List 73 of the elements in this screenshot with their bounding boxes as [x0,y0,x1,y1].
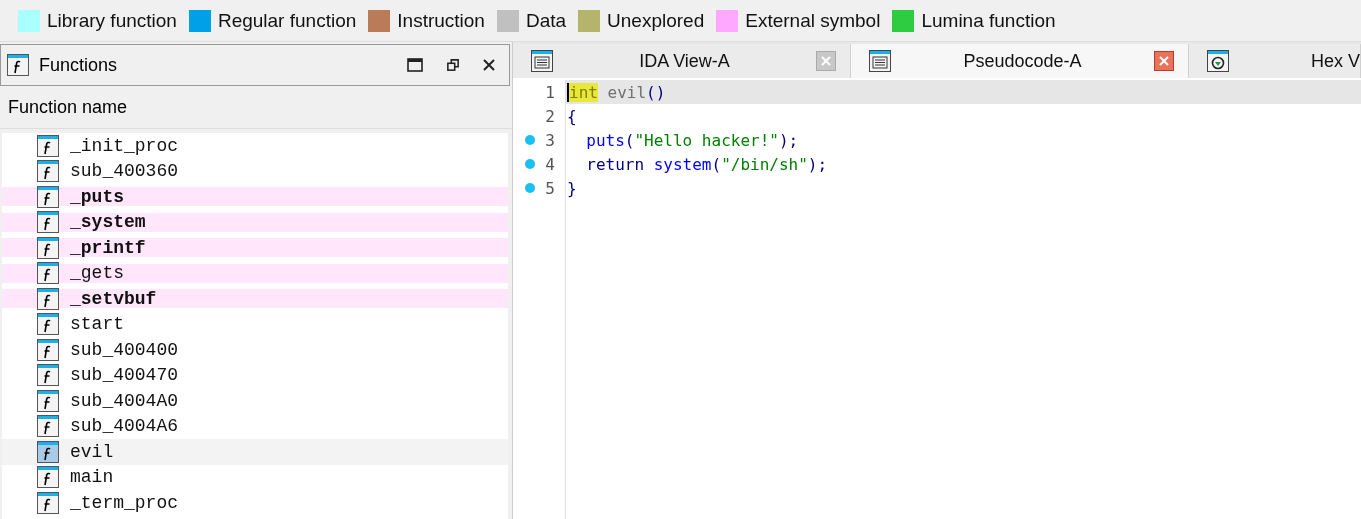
function-icon [37,160,59,183]
function-row[interactable]: _setvbuf [2,286,508,312]
line-number: 1 [545,82,555,102]
function-icon [37,364,59,387]
legend-label: Lumina function [921,9,1056,32]
function-name: sub_400470 [70,365,179,386]
function-name: _term_proc [70,492,179,513]
function-row[interactable]: main [2,464,508,490]
function-name: _printf [70,237,146,258]
function-name: _init_proc [70,135,179,156]
function-name: _gets [70,263,124,284]
function-icon [37,466,59,489]
legend-label: External symbol [745,9,881,32]
function-name: sub_4004A0 [70,390,179,411]
maximize-icon[interactable] [407,58,423,72]
code-line: return system("/bin/sh"); [585,153,829,176]
function-name: main [70,467,114,488]
function-icon [37,338,59,361]
legend-label: Regular function [217,9,357,32]
function-icon [37,415,59,438]
line-number: 5 [545,178,555,198]
function-row[interactable]: start [2,311,508,337]
function-name: sub_4004A6 [70,416,179,437]
function-icon [7,54,29,76]
function-name: sub_400400 [70,339,179,360]
function-name: start [70,314,124,335]
function-name: evil [70,441,114,462]
restore-icon[interactable] [447,59,459,71]
function-name: _puts [70,186,124,207]
code-line: puts("Hello hacker!"); [585,129,800,152]
breakpoint-dot[interactable] [525,183,535,193]
line-number: 4 [545,154,555,174]
function-icon [37,211,59,234]
hex-view-icon [1207,50,1229,72]
function-icon [37,262,59,285]
function-icon [37,440,59,463]
legend-label: Unexplored [607,9,705,32]
tab[interactable]: Pseudocode-A [851,44,1189,78]
function-row[interactable]: _puts [2,184,508,210]
function-row[interactable]: evil [2,439,508,465]
legend-label: Library function [47,9,177,32]
function-row[interactable]: _term_proc [2,490,508,516]
function-row[interactable]: _gets [2,260,508,286]
close-icon[interactable] [483,59,495,71]
function-name: _setvbuf [70,288,157,309]
function-name: _system [70,212,146,233]
breakpoint-dot[interactable] [525,159,535,169]
function-icon [37,389,59,412]
function-row[interactable]: _init_proc [2,133,508,159]
function-row[interactable]: sub_400360 [2,158,508,184]
code-line: } [566,177,578,200]
code-line: { [566,105,578,128]
function-row[interactable]: sub_400400 [2,337,508,363]
legend-label: Instruction [397,9,485,32]
function-icon [37,185,59,208]
function-icon [37,287,59,310]
panel-title: Functions [39,54,119,76]
function-row[interactable]: _system [2,209,508,235]
function-icon [37,491,59,514]
listing-icon [531,50,553,72]
breakpoint-dot[interactable] [525,135,535,145]
function-row[interactable]: sub_400470 [2,362,508,388]
function-row[interactable]: _printf [2,235,508,261]
function-row[interactable]: sub_4004A6 [2,413,508,439]
function-icon [37,236,59,259]
function-row[interactable]: sub_4004A0 [2,388,508,414]
line-number: 3 [545,130,555,150]
line-number: 2 [545,106,555,126]
function-icon [37,313,59,336]
column-header[interactable]: Function name [0,86,512,129]
function-name: sub_400360 [70,161,179,182]
listing-icon [869,50,891,72]
legend-label: Data [525,9,567,32]
